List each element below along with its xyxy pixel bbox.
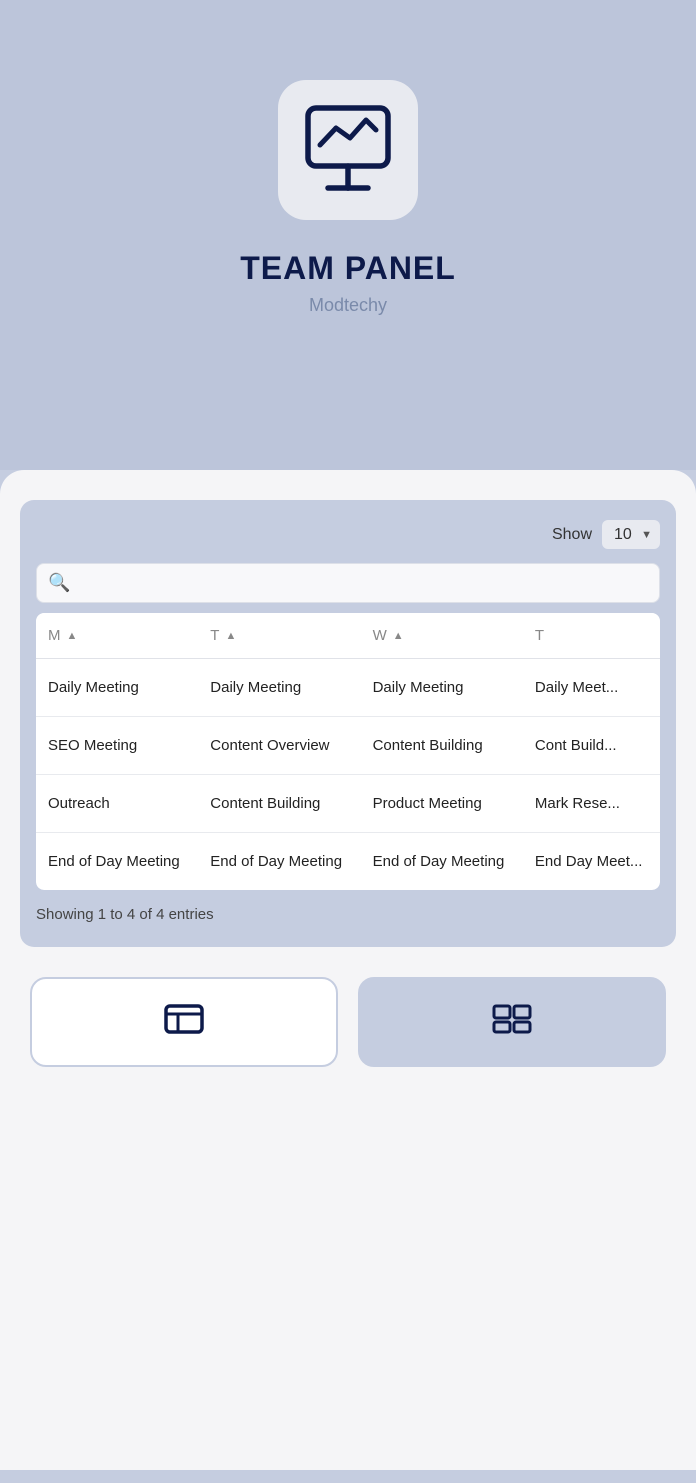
cell-W-0: Daily Meeting (361, 659, 523, 717)
app-title: TEAM PANEL (240, 250, 456, 287)
table-row: SEO MeetingContent OverviewContent Build… (36, 717, 660, 775)
col-header-T1[interactable]: T ▲ (198, 613, 360, 659)
app-subtitle: Modtechy (309, 295, 387, 316)
bottom-buttons (20, 977, 676, 1067)
cell-M-3: End of Day Meeting (36, 833, 198, 891)
show-controls: Show 5 10 25 50 (36, 520, 660, 549)
col-label-T2: T (535, 627, 544, 644)
cell-T2-0: Daily Meet... (523, 659, 660, 717)
cell-W-1: Content Building (361, 717, 523, 775)
search-icon: 🔍 (48, 573, 70, 594)
table-row: End of Day MeetingEnd of Day MeetingEnd … (36, 833, 660, 891)
cell-M-0: Daily Meeting (36, 659, 198, 717)
cell-W-2: Product Meeting (361, 775, 523, 833)
bottom-btn-1[interactable] (30, 977, 338, 1067)
btn-2-icon (492, 1004, 532, 1041)
col-label-W: W (373, 627, 387, 644)
app-icon (278, 80, 418, 220)
col-label-T1: T (210, 627, 219, 644)
entries-count: Showing 1 to 4 of 4 entries (36, 906, 214, 923)
header-section: TEAM PANEL Modtechy (0, 0, 696, 470)
search-input[interactable] (36, 563, 660, 603)
cell-T2-1: Cont Build... (523, 717, 660, 775)
btn-1-icon (164, 1004, 204, 1041)
table-scroll-wrapper: M ▲ T ▲ (36, 613, 660, 890)
cell-T-2: Content Building (198, 775, 360, 833)
col-header-M[interactable]: M ▲ (36, 613, 198, 659)
cell-W-3: End of Day Meeting (361, 833, 523, 891)
col-header-T2[interactable]: T (523, 613, 660, 659)
sort-arrow-W: ▲ (393, 630, 404, 642)
table-row: Daily MeetingDaily MeetingDaily MeetingD… (36, 659, 660, 717)
sort-arrow-T1: ▲ (225, 630, 236, 642)
cell-T-3: End of Day Meeting (198, 833, 360, 891)
col-label-M: M (48, 627, 61, 644)
table-row: OutreachContent BuildingProduct MeetingM… (36, 775, 660, 833)
main-section: Show 5 10 25 50 🔍 (0, 470, 696, 1470)
col-header-W[interactable]: W ▲ (361, 613, 523, 659)
cell-T-0: Daily Meeting (198, 659, 360, 717)
table-header-row: M ▲ T ▲ (36, 613, 660, 659)
table-outer: M ▲ T ▲ (36, 613, 660, 890)
cell-T2-2: Mark Rese... (523, 775, 660, 833)
cell-T-1: Content Overview (198, 717, 360, 775)
bottom-btn-2[interactable] (358, 977, 666, 1067)
show-label: Show (552, 526, 592, 544)
sort-arrow-M: ▲ (67, 630, 78, 642)
show-select-wrapper[interactable]: 5 10 25 50 (602, 520, 660, 549)
show-select[interactable]: 5 10 25 50 (602, 520, 660, 549)
cell-M-2: Outreach (36, 775, 198, 833)
search-wrapper: 🔍 (36, 563, 660, 603)
table-container: Show 5 10 25 50 🔍 (20, 500, 676, 947)
cell-M-1: SEO Meeting (36, 717, 198, 775)
cell-T2-3: End Day Meet... (523, 833, 660, 891)
table-footer: Showing 1 to 4 of 4 entries (36, 906, 660, 923)
data-table: M ▲ T ▲ (36, 613, 660, 890)
